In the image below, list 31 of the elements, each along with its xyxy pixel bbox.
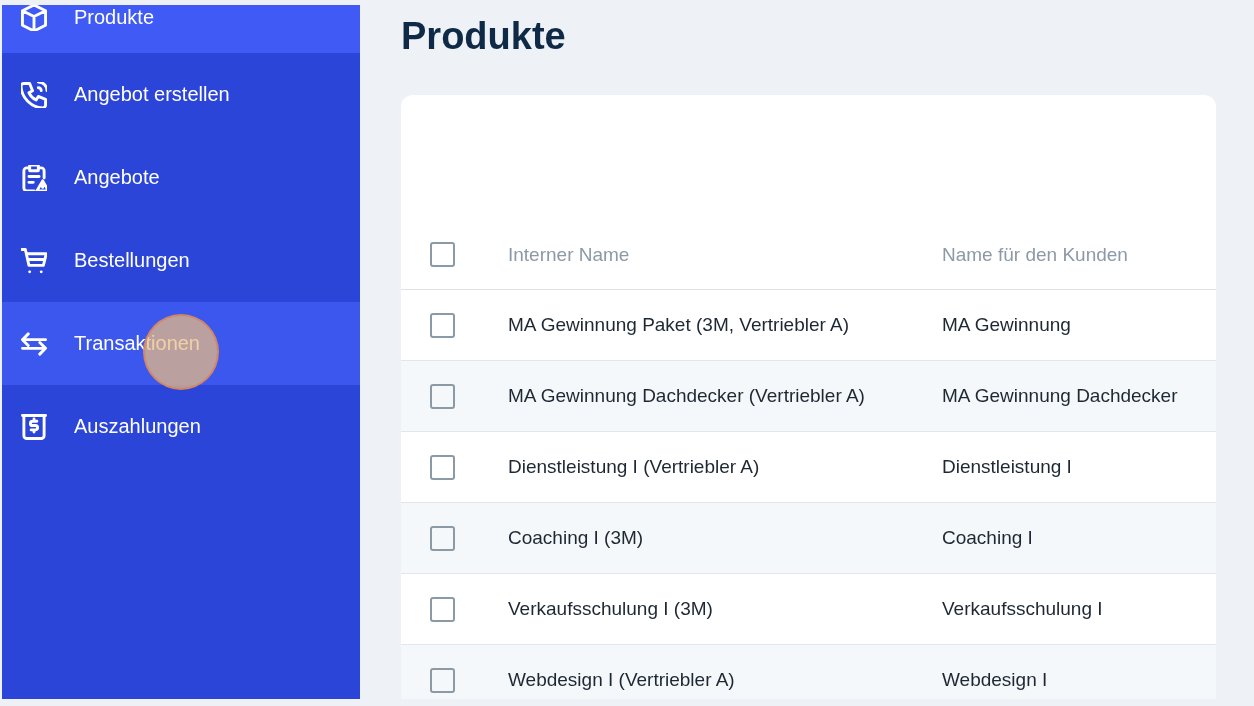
- box-icon: [21, 5, 47, 31]
- phone-call-icon: [21, 81, 47, 108]
- cart-icon: [21, 247, 47, 274]
- row-checkbox[interactable]: [430, 596, 455, 622]
- sidebar-item[interactable]: Angebot erstellen: [2, 53, 360, 136]
- row-checkbox[interactable]: [430, 312, 455, 338]
- row-checkbox[interactable]: [430, 525, 455, 551]
- sidebar-item[interactable]: Auszahlungen: [2, 385, 360, 468]
- table-cell-text: Dienstleistung I (Vertriebler A): [508, 456, 761, 478]
- table-cell: MA Gewinnung Dachdecker: [942, 385, 1178, 407]
- table-cell: Dienstleistung I: [942, 456, 1072, 478]
- clipboard-warning-icon: [21, 164, 47, 191]
- swap-arrows-icon: [21, 330, 47, 357]
- money-box-icon: [21, 413, 47, 440]
- row-checkbox[interactable]: [430, 383, 455, 409]
- table-cell-text: MA Gewinnung Paket (3M, Vertriebler A): [508, 314, 851, 336]
- table-cell: Coaching I: [942, 527, 1033, 549]
- page-title: Produkte: [401, 14, 566, 59]
- table-cell: MA Gewinnung: [942, 314, 1071, 336]
- row-checkbox[interactable]: [430, 454, 455, 480]
- table-cell-text: Webdesign I (Vertriebler A): [508, 669, 736, 691]
- row-checkbox[interactable]: [430, 667, 455, 693]
- sidebar-item[interactable]: Angebote: [2, 136, 360, 219]
- sidebar-item[interactable]: Bestellungen: [2, 219, 360, 302]
- table-cell: Verkaufsschulung I: [942, 598, 1103, 620]
- table-cell-text: MA Gewinnung Dachdecker (Vertriebler A): [508, 385, 866, 407]
- select-all-checkbox[interactable]: [430, 242, 455, 267]
- table-cell-text: Coaching I (3M): [508, 527, 645, 549]
- sidebar-item[interactable]: Produkte: [2, 5, 360, 53]
- table-cell: Webdesign I: [942, 669, 1048, 691]
- table-cell-text: Verkaufsschulung I (3M): [508, 598, 714, 620]
